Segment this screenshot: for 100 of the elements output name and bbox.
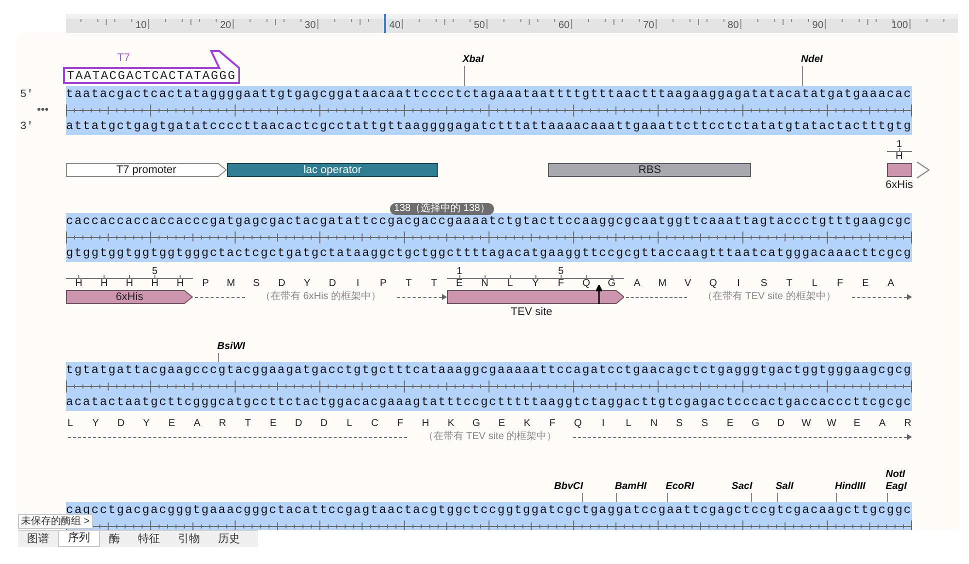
amino-acid: P xyxy=(201,278,210,289)
amino-acid: M xyxy=(226,278,236,289)
amino-acid: P xyxy=(378,278,388,289)
tab[interactable]: 酶 xyxy=(100,531,129,547)
leader-line xyxy=(666,493,668,502)
bottom-strand: acatactaatgcttcgggcatgccttctactggacacgaaagtatttccgctttttaaggtctaggacttgtcgagactcccactgaccacccttcgcgc xyxy=(66,395,912,410)
amino-acid: E xyxy=(861,278,870,289)
residue-number: 5 xyxy=(558,267,564,277)
amino-acid: L xyxy=(66,418,74,429)
enzyme-name[interactable]: SacI xyxy=(732,481,752,492)
amino-acid: H xyxy=(124,278,134,289)
amino-acid: S xyxy=(760,278,768,289)
enzyme-name[interactable]: HindIII xyxy=(834,481,866,492)
enzyme-name[interactable]: BbvCI xyxy=(554,481,584,492)
ruler-number: 40 xyxy=(389,20,400,32)
strand-label: 3′ xyxy=(20,120,34,134)
ruler-number: 30 xyxy=(304,20,316,32)
top-strand: caccaccaccaccacccgatgagcgactacgatattccgacgaccgaaaatctgtacttccaaggcgcaatggttcaaattagtaccctgtttgaagcgc xyxy=(66,214,912,229)
ruler-number: 70 xyxy=(643,20,654,32)
amino-acid: I xyxy=(736,278,741,289)
amino-acid: S xyxy=(675,418,684,429)
enzyme-name[interactable]: BsiWI xyxy=(217,341,246,352)
feature-arrow: 6xHis xyxy=(66,290,193,304)
amino-acid: Y xyxy=(91,418,100,429)
ruler-number: 80 xyxy=(728,20,739,32)
amino-acid: R xyxy=(218,418,228,429)
tab[interactable]: 序列 xyxy=(58,531,100,547)
amino-acid: D xyxy=(116,418,126,429)
enzyme-name[interactable]: BamHI xyxy=(614,481,647,492)
amino-acid: H xyxy=(99,278,109,289)
residue-ruler xyxy=(886,148,912,152)
residue-number: 5 xyxy=(152,267,158,277)
amino-acid: H xyxy=(74,278,84,289)
amino-acid: V xyxy=(683,278,692,289)
enzyme-name[interactable]: EcoRI xyxy=(666,481,694,492)
frame-note: （在带有 6xHis 的框架中） xyxy=(260,291,382,303)
leader-line xyxy=(886,493,888,502)
cursor-line xyxy=(384,14,386,33)
amino-acid: Q xyxy=(581,278,592,289)
amino-acid: I xyxy=(600,418,606,429)
chevron-icon xyxy=(916,161,930,179)
ruler-number: 60 xyxy=(558,20,570,32)
tab[interactable]: 特征 xyxy=(129,531,169,547)
amino-acid: D xyxy=(294,418,304,429)
cleavage-arrow-icon xyxy=(596,285,602,305)
amino-acid: E xyxy=(497,418,506,429)
enzyme-set-button[interactable]: 未保存的酶组 > xyxy=(18,514,93,529)
leader-line xyxy=(582,493,584,502)
amino-acid: M xyxy=(657,278,668,289)
enzyme-name[interactable]: EagI xyxy=(886,481,907,492)
enzyme-name[interactable]: XbaI xyxy=(462,54,484,65)
top-strand: cagcctgacgacgggtgaaacgggctacattccgagtaactacgtggctccggtggatcgctgaggatccgaattcgagctccgtcgacaagcttgcggc xyxy=(66,503,912,517)
residue-number: 1 xyxy=(456,267,462,277)
tab[interactable]: 图谱 xyxy=(18,531,58,547)
amino-acid: S xyxy=(700,418,710,429)
leader-line xyxy=(776,493,778,502)
frame-note: （在带有 TEV site 的框架中） xyxy=(702,291,837,303)
amino-acid: A xyxy=(632,278,642,289)
residue-number: 1 xyxy=(896,140,902,150)
enzyme-name[interactable]: NdeI xyxy=(801,54,823,65)
tab[interactable]: 引物 xyxy=(169,531,209,547)
tab[interactable]: 历史 xyxy=(209,531,249,547)
enzyme-name[interactable]: NotI xyxy=(886,469,906,480)
amino-acid: S xyxy=(252,278,261,289)
ruler-number: 90 xyxy=(812,20,824,32)
amino-acid: H xyxy=(150,278,160,289)
amino-acid: E xyxy=(455,278,464,289)
amino-acid: T xyxy=(785,278,794,289)
amino-acid: H xyxy=(176,278,185,289)
amino-acid: W xyxy=(826,418,838,429)
top-strand: tgtatgattacgaagcccgtacggaagatgacctgtgctttcataaaggcgaaaaattccagatcctgaacagctctgagggtgactggtgggaagcgcg xyxy=(66,363,912,378)
amino-acid: K xyxy=(446,418,456,429)
leader-line xyxy=(802,66,804,86)
amino-acid: Q xyxy=(572,418,583,429)
amino-acid: F xyxy=(548,418,556,429)
ruler-number: 20 xyxy=(220,20,232,32)
amino-acid: F xyxy=(556,278,565,289)
amino-acid: T xyxy=(404,278,413,289)
amino-acid: I xyxy=(355,278,360,289)
ruler-number: 50 xyxy=(474,20,485,32)
amino-acid: E xyxy=(167,418,176,429)
amino-acid: L xyxy=(346,418,354,429)
dashed-arrow xyxy=(397,294,447,300)
amino-acid: T xyxy=(430,278,438,289)
dashed-line xyxy=(194,296,245,298)
enzyme-name[interactable]: SalI xyxy=(776,481,794,492)
amino-acid: D xyxy=(328,278,338,289)
dashed-line xyxy=(626,296,686,298)
feature-label: TEV site xyxy=(510,306,552,318)
amino-acid: A xyxy=(192,418,202,429)
amino-acid: D xyxy=(319,418,329,429)
amino-acid: D xyxy=(776,418,786,429)
strand-label: 5′ xyxy=(20,88,34,102)
top-strand: taatacgactcactataggggaattgtgagcggataacaattcccctctagaaataattttgtttaactttaagaaggagatatacatatgatgaaacac xyxy=(66,87,912,102)
amino-acid: E xyxy=(726,418,734,429)
leader-line xyxy=(751,493,752,502)
amino-acid: Y xyxy=(531,278,540,289)
amino-acid: F xyxy=(836,278,844,289)
leader-line xyxy=(464,66,465,86)
amino-acid: D xyxy=(277,278,286,289)
